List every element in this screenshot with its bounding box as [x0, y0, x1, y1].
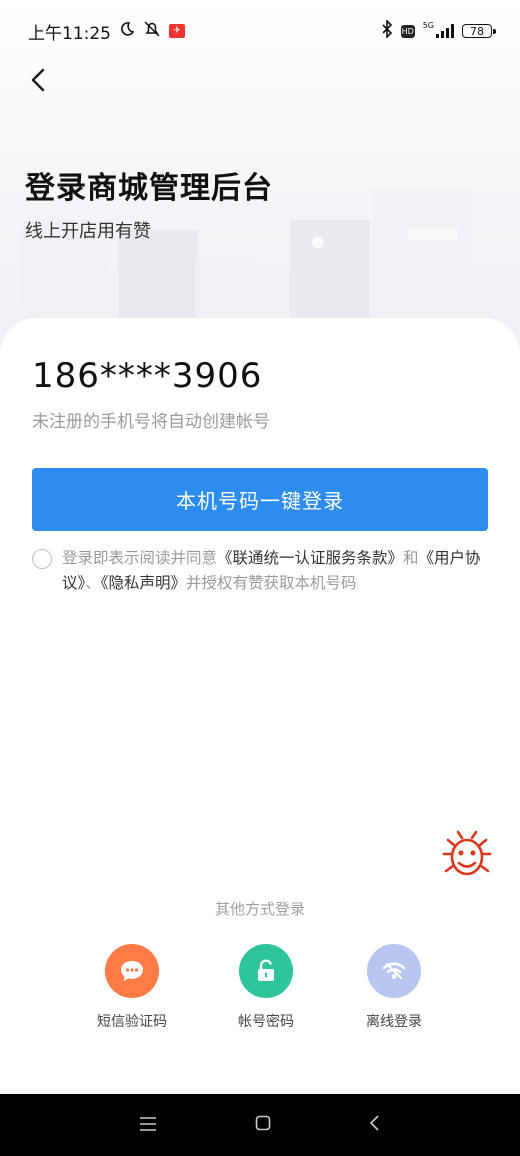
- privacy-link[interactable]: 《隐私声明》: [101, 574, 186, 592]
- sms-login-option[interactable]: 短信验证码: [72, 944, 192, 1031]
- offline-login-option[interactable]: 离线登录: [334, 944, 454, 1031]
- page-subtitle: 线上开店用有赞: [25, 221, 151, 242]
- battery-level: 78: [470, 24, 484, 38]
- home-icon[interactable]: [255, 1115, 271, 1135]
- hd-icon: HD: [400, 24, 415, 38]
- wifi-offline-icon[interactable]: [367, 944, 421, 998]
- muted-bell-icon: [143, 20, 161, 43]
- unicom-terms-link[interactable]: 《联通统一认证服务条款》: [217, 549, 403, 567]
- back-nav-icon[interactable]: [369, 1115, 381, 1135]
- page-title: 登录商城管理后台: [25, 171, 273, 206]
- chat-bubble-icon[interactable]: [105, 944, 159, 998]
- agreement-text: 登录即表示阅读并同意《联通统一认证服务条款》和《用户协议》、《隐私声明》并授权有…: [62, 546, 488, 596]
- register-hint: 未注册的手机号将自动创建帐号: [32, 412, 270, 432]
- debug-bug-icon[interactable]: [438, 826, 496, 884]
- bluetooth-icon: [381, 18, 393, 43]
- signal-icon: [436, 24, 454, 38]
- password-login-label: 帐号密码: [238, 1014, 294, 1030]
- agreement-checkbox[interactable]: [32, 549, 52, 569]
- status-left: 上午11:25 ✈: [28, 19, 185, 44]
- agreement-and: 和: [403, 549, 419, 567]
- status-right: HD 5G 78: [381, 18, 496, 43]
- battery-icon: 78: [462, 24, 496, 38]
- system-navigation-bar: [0, 1094, 520, 1156]
- sms-login-label: 短信验证码: [97, 1014, 167, 1030]
- status-time: 上午11:25: [28, 23, 111, 44]
- app-notification-icon: ✈: [169, 24, 185, 38]
- unlock-icon[interactable]: [239, 944, 293, 998]
- phone-number: 186****3906: [32, 356, 263, 396]
- menu-icon[interactable]: [139, 1116, 157, 1135]
- agreement-suffix: 并授权有赞获取本机号码: [186, 574, 357, 592]
- status-bar: 上午11:25 ✈ HD 5G 78: [0, 0, 520, 62]
- offline-login-label: 离线登录: [366, 1014, 422, 1030]
- one-key-login-button[interactable]: 本机号码一键登录: [32, 468, 488, 531]
- moon-icon: [119, 21, 135, 42]
- agreement-prefix: 登录即表示阅读并同意: [62, 549, 218, 567]
- password-login-option[interactable]: 帐号密码: [206, 944, 326, 1031]
- agreement-row: 登录即表示阅读并同意《联通统一认证服务条款》和《用户协议》、《隐私声明》并授权有…: [32, 546, 488, 596]
- agreement-separator: 、: [85, 574, 101, 592]
- network-type-label: 5G: [422, 20, 434, 30]
- chevron-left-icon: [31, 68, 45, 92]
- back-button[interactable]: [24, 64, 52, 96]
- other-methods-title: 其他方式登录: [214, 900, 305, 918]
